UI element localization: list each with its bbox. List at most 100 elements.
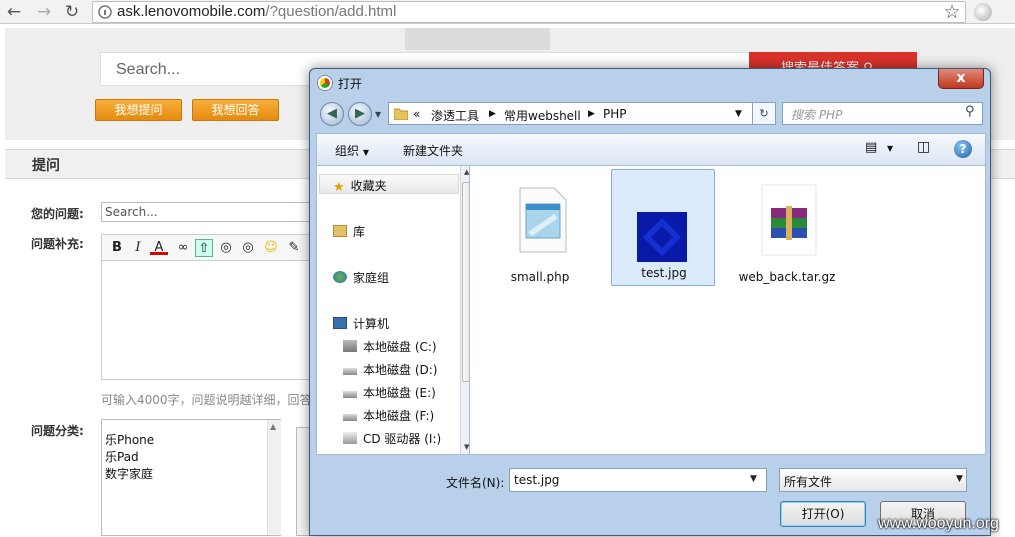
file-name: test.jpg <box>641 266 687 280</box>
dropdown-icon: ▼ <box>362 148 369 157</box>
drive-label: 本地磁盘 (F:) <box>363 409 435 423</box>
filename-input[interactable]: test.jpg <box>509 468 767 492</box>
nav-drive-c[interactable]: 本地磁盘 (C:) <box>343 338 437 355</box>
drive-label: CD 驱动器 (I:) <box>363 432 442 446</box>
supplement-editor[interactable] <box>101 260 316 380</box>
text-file-icon <box>519 187 567 253</box>
image-file-icon <box>637 212 687 262</box>
watermark: www.wooyun.org <box>878 515 999 532</box>
nav-drive-e[interactable]: 本地磁盘 (E:) <box>343 384 436 401</box>
supplement-label: 问题补充: <box>31 237 84 251</box>
open-file-dialog: 打开 x ◀ ▶ ▼ « 渗透工具 ▶ 常用webshell ▶ PHP ▼ ↻… <box>309 68 991 536</box>
library-icon <box>333 225 347 237</box>
category-item[interactable]: 乐Pad <box>105 448 139 465</box>
header-tab <box>405 28 550 50</box>
nav-drive-f[interactable]: 本地磁盘 (F:) <box>343 407 434 424</box>
filetype-select[interactable]: 所有文件 <box>779 468 967 492</box>
category-item[interactable]: 数字家庭 <box>105 465 153 482</box>
help-icon[interactable]: ? <box>954 140 972 158</box>
file-list: small.php test.jpg web_back.tar.gz <box>469 165 986 455</box>
breadcrumb-separator-icon[interactable]: ▶ <box>489 109 496 119</box>
drive-label: 本地磁盘 (D:) <box>363 363 438 377</box>
new-folder-button[interactable]: 新建文件夹 <box>403 142 463 159</box>
file-item[interactable]: small.php <box>488 172 592 288</box>
subcategory-list[interactable] <box>296 427 310 536</box>
organize-menu[interactable]: 组织 ▼ <box>335 142 369 159</box>
url-host: ask.lenovomobile.com <box>117 3 266 20</box>
view-icon[interactable]: ▤ <box>865 140 877 155</box>
nav-computer-label: 计算机 <box>353 317 390 331</box>
forward-arrow-icon[interactable]: → <box>34 2 54 22</box>
filetype-dropdown-icon[interactable]: ▼ <box>956 474 963 484</box>
question-input[interactable]: Search... <box>101 202 316 222</box>
close-button[interactable]: x <box>938 69 984 89</box>
breadcrumb-separator-icon[interactable]: ▶ <box>588 109 595 119</box>
address-bar[interactable]: ask.lenovomobile.com/?question/add.html <box>92 1 966 23</box>
media-icon[interactable]: ◎ <box>217 239 235 257</box>
search-icon[interactable]: ⚲ <box>965 104 975 119</box>
dialog-nav-row: ◀ ▶ ▼ « 渗透工具 ▶ 常用webshell ▶ PHP ▼ ↻ 搜索 P… <box>310 97 990 131</box>
organize-label: 组织 <box>335 144 360 158</box>
drive-icon <box>343 391 357 398</box>
drive-icon <box>343 414 357 421</box>
nav-favorites[interactable]: ★ 收藏夹 <box>333 177 387 195</box>
breadcrumb-item[interactable]: 常用webshell <box>504 107 581 124</box>
file-name: small.php <box>510 270 570 284</box>
upload-image-icon[interactable]: ⇧ <box>195 239 213 257</box>
category-scrollbar[interactable]: ▲ <box>267 420 281 535</box>
breadcrumb-item[interactable]: PHP <box>603 107 627 121</box>
nav-favorites-label: 收藏夹 <box>350 179 387 193</box>
cd-drive-icon <box>343 432 357 444</box>
folder-icon <box>394 108 408 120</box>
flash-icon[interactable]: ◎ <box>239 239 257 257</box>
nav-homegroup[interactable]: 家庭组 <box>333 269 389 286</box>
ask-question-button[interactable]: 我想提问 <box>95 99 182 121</box>
filename-dropdown-icon[interactable]: ▼ <box>750 474 757 484</box>
nav-drive-d[interactable]: 本地磁盘 (D:) <box>343 361 437 378</box>
filename-label: 文件名(N): <box>446 476 505 490</box>
recent-dropdown-icon[interactable]: ▼ <box>375 110 381 119</box>
extension-icon[interactable] <box>974 3 992 21</box>
breadcrumb[interactable]: « 渗透工具 ▶ 常用webshell ▶ PHP ▼ <box>388 102 776 125</box>
font-color-icon[interactable]: A <box>150 239 168 255</box>
refresh-icon[interactable]: ↻ <box>752 102 776 125</box>
nav-drive-i[interactable]: CD 驱动器 (I:) <box>343 430 441 447</box>
nav-computer[interactable]: 计算机 <box>333 315 389 332</box>
command-bar: 组织 ▼ 新建文件夹 ▤ ▼ ◫ ? <box>316 133 986 165</box>
nav-library[interactable]: 库 <box>333 223 365 240</box>
answer-question-button[interactable]: 我想回答 <box>192 99 279 121</box>
file-item-selected[interactable]: test.jpg <box>611 169 715 286</box>
section-title: 提问 <box>32 158 60 174</box>
nav-homegroup-label: 家庭组 <box>353 271 390 285</box>
category-item[interactable]: 乐Phone <box>105 431 154 448</box>
preview-pane-icon[interactable]: ◫ <box>917 139 930 155</box>
emoticon-icon[interactable]: ☺ <box>262 239 280 257</box>
link-icon[interactable]: ∞ <box>174 239 192 257</box>
forward-icon[interactable]: ▶ <box>348 102 372 126</box>
bookmark-star-icon[interactable]: ☆ <box>942 2 962 22</box>
category-list[interactable]: 乐Phone 乐Pad 数字家庭 ▲ <box>101 419 281 536</box>
back-arrow-icon[interactable]: ← <box>4 2 24 22</box>
open-button[interactable]: 打开(O) <box>780 501 866 527</box>
browser-toolbar: ← → ↻ ask.lenovomobile.com/?question/add… <box>0 0 1015 24</box>
bold-icon[interactable]: B <box>108 239 126 257</box>
scroll-up-icon[interactable]: ▲ <box>270 422 276 431</box>
reload-icon[interactable]: ↻ <box>62 2 82 22</box>
italic-icon[interactable]: I <box>129 239 147 257</box>
dialog-search-placeholder: 搜索 PHP <box>791 108 843 122</box>
system-drive-icon <box>343 340 357 352</box>
file-name: web_back.tar.gz <box>738 270 836 284</box>
homegroup-icon <box>333 271 347 283</box>
drive-icon <box>343 368 357 375</box>
breadcrumb-overflow[interactable]: « <box>413 107 420 121</box>
view-dropdown-icon[interactable]: ▼ <box>887 144 893 153</box>
question-label: 您的问题: <box>31 207 84 221</box>
drive-label: 本地磁盘 (E:) <box>363 386 436 400</box>
dialog-search-input[interactable]: 搜索 PHP ⚲ <box>782 102 983 125</box>
edit-icon[interactable]: ✎ <box>285 239 303 257</box>
breadcrumb-item[interactable]: 渗透工具 <box>431 107 479 124</box>
back-icon[interactable]: ◀ <box>320 102 344 126</box>
file-item[interactable]: web_back.tar.gz <box>735 172 839 288</box>
url-text: ask.lenovomobile.com/?question/add.html <box>117 3 396 20</box>
breadcrumb-dropdown-icon[interactable]: ▼ <box>735 109 742 119</box>
